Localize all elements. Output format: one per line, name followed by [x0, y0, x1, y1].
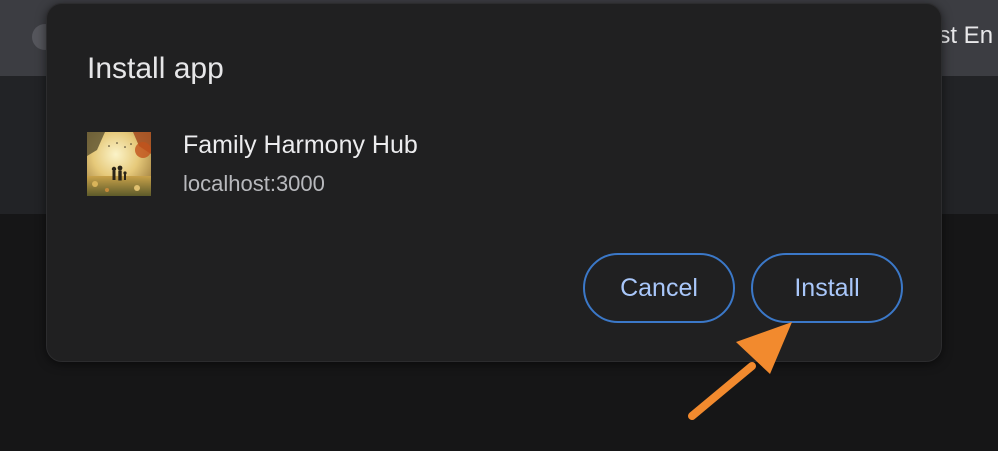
install-app-dialog: Install app Family Harmony Hub localhost…: [46, 3, 942, 362]
dialog-title: Install app: [87, 52, 224, 85]
app-icon: [87, 132, 151, 196]
annotation-arrow-icon: [688, 322, 792, 420]
app-name: Family Harmony Hub: [183, 131, 418, 159]
app-origin: localhost:3000: [183, 171, 325, 196]
